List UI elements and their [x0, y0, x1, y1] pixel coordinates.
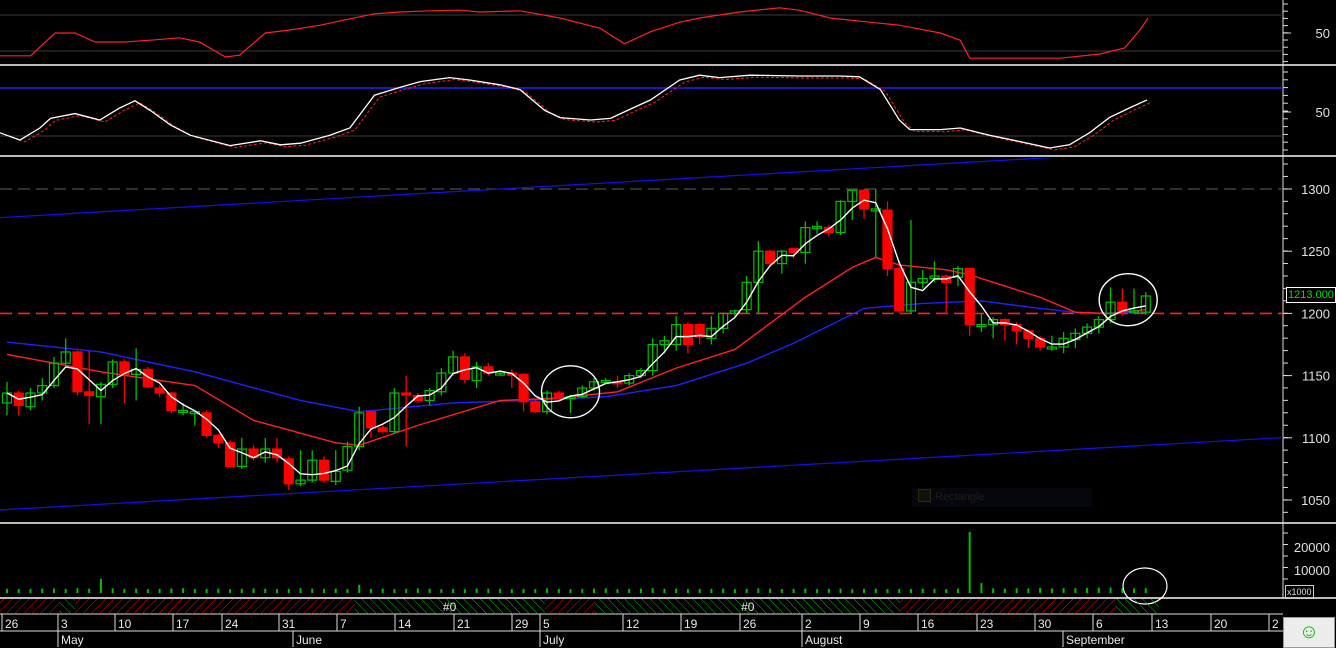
volume-unit-label: x1000: [1285, 585, 1314, 599]
month-label: August: [805, 633, 843, 647]
trend-band-bear: [75, 599, 355, 614]
date-label: 17: [176, 617, 190, 631]
candle-body: [518, 373, 529, 403]
candle-body: [84, 391, 95, 397]
date-label: 26: [743, 617, 757, 631]
date-label: 21: [457, 617, 471, 631]
candle-body: [530, 401, 541, 413]
candle-body: [401, 392, 412, 396]
volume-tick-label: 20000: [1294, 540, 1330, 555]
candle-body: [318, 459, 330, 481]
trend-band-bull: [59, 599, 76, 614]
smiley-icon[interactable]: ☺: [1283, 617, 1335, 648]
candle-body: [682, 323, 694, 346]
price-panel: [0, 158, 1283, 511]
trend-band-bear: [544, 599, 596, 614]
price-tick-label: 1150: [1302, 369, 1330, 384]
date-label: 13: [1155, 617, 1169, 631]
date-label: 29: [515, 617, 529, 631]
osc1-tick-label: 50: [1316, 26, 1330, 41]
month-label: May: [61, 633, 84, 647]
candle-body: [377, 427, 388, 433]
date-label: 2: [805, 617, 812, 631]
candle-body: [224, 442, 236, 468]
trend-band-label: #0: [741, 600, 755, 614]
price-tick-label: 1100: [1302, 431, 1330, 446]
month-label: September: [1066, 633, 1125, 647]
trend-band-label: #0: [443, 600, 457, 614]
trend-band-bear: [900, 599, 1116, 614]
date-label: 6: [1096, 617, 1103, 631]
rectangle-icon: [918, 489, 931, 502]
date-label: 19: [684, 617, 698, 631]
candle-body: [213, 434, 224, 444]
candle-body: [764, 250, 776, 265]
rectangle-object-label[interactable]: Rectangle: [912, 488, 1092, 507]
date-label: 2: [1272, 617, 1279, 631]
date-label: 26: [5, 617, 19, 631]
date-label: 5: [543, 617, 550, 631]
osc2-line: [0, 74, 1148, 149]
date-label: 24: [225, 617, 239, 631]
stock-chart[interactable]: 50 50 1050 1100 1150 1200 1250 1300 20000 10000 #0…: [0, 0, 1336, 647]
trend-band-bear: [0, 599, 60, 614]
date-label: 14: [398, 617, 412, 631]
fast-moving-average: [6, 199, 1146, 476]
candle-body: [154, 387, 165, 394]
osc2-tick-label: 50: [1316, 105, 1330, 120]
date-label: 12: [626, 617, 640, 631]
date-label: 3: [61, 617, 68, 631]
date-label: 20: [1214, 617, 1228, 631]
volume-tick-label: 10000: [1294, 563, 1330, 578]
date-label: 16: [921, 617, 935, 631]
candle-body: [166, 392, 177, 412]
candle-body: [553, 392, 564, 399]
price-tick-label: 1300: [1301, 182, 1330, 197]
price-tick-label: 1250: [1301, 244, 1330, 259]
price-tick-label: 1200: [1301, 306, 1330, 321]
date-label: 30: [1038, 617, 1052, 631]
date-label: 9: [863, 617, 870, 631]
date-label: 7: [340, 617, 347, 631]
last-price-tag: 1213.000: [1286, 287, 1336, 303]
candle-body: [459, 356, 470, 380]
date-label: 23: [980, 617, 994, 631]
highlight-circle: [1098, 273, 1158, 327]
rectangle-label-text: Rectangle: [935, 491, 985, 503]
trend-band-bull: [1115, 599, 1159, 614]
candle-body: [894, 268, 905, 312]
date-label: 10: [118, 617, 132, 631]
price-tick-label: 1050: [1301, 493, 1330, 508]
date-label: 31: [282, 617, 296, 631]
month-label: June: [296, 633, 322, 647]
candle-body: [365, 411, 377, 429]
month-label: July: [543, 633, 564, 647]
